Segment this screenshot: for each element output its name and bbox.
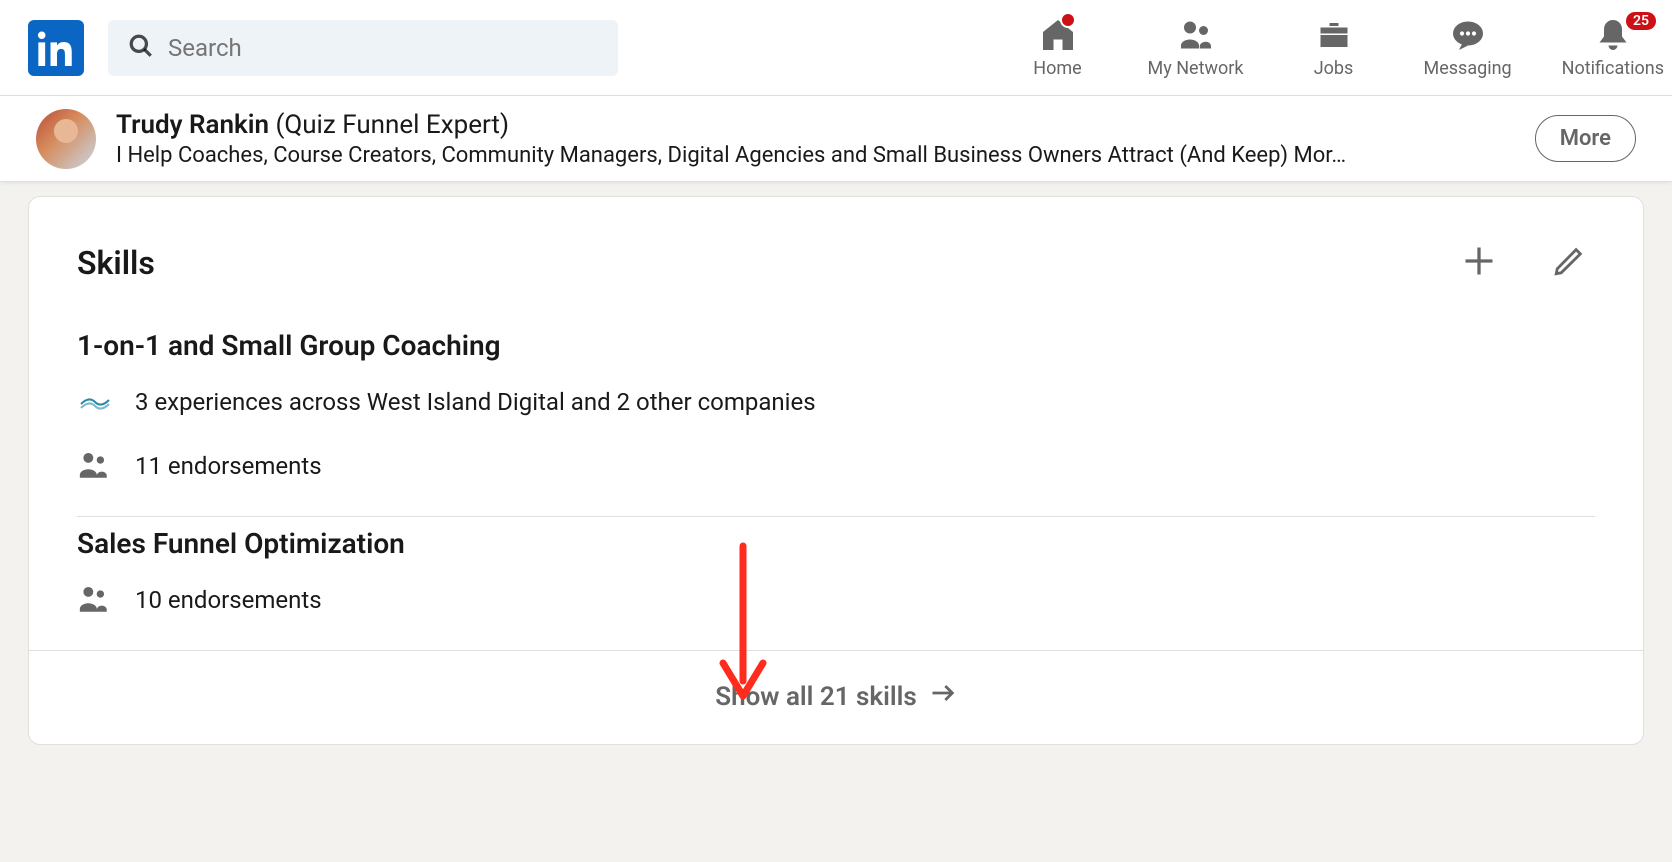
profile-text: Trudy Rankin (Quiz Funnel Expert) I Help… xyxy=(116,109,1515,168)
people-icon xyxy=(77,448,113,484)
search-box[interactable] xyxy=(108,20,618,76)
people-icon xyxy=(1177,16,1215,54)
search-icon xyxy=(128,33,154,63)
nav-notifications[interactable]: 25 Notifications xyxy=(1562,16,1664,79)
plus-icon xyxy=(1461,243,1497,283)
skill-name: Sales Funnel Optimization xyxy=(77,527,1595,560)
nav-items: Home My Network Jobs Messaging 25 Noti xyxy=(1018,16,1665,79)
skill-endorsements-row: 11 endorsements xyxy=(77,448,1595,484)
page-body: Skills 1-on-1 and Small Group Coaching 3 xyxy=(0,182,1672,759)
skills-card-header: Skills xyxy=(29,197,1643,319)
profile-name: Trudy Rankin xyxy=(116,110,269,140)
nav-label: Notifications xyxy=(1562,58,1664,79)
skill-endorsements-row: 10 endorsements xyxy=(77,582,1595,618)
skill-item[interactable]: Sales Funnel Optimization 10 endorsement… xyxy=(29,517,1643,650)
nav-label: Messaging xyxy=(1424,58,1512,79)
top-nav: Home My Network Jobs Messaging 25 Noti xyxy=(0,0,1672,96)
nav-label: Home xyxy=(1033,58,1081,79)
company-logo-icon xyxy=(77,384,113,420)
skill-endorsements-text: 11 endorsements xyxy=(135,452,322,480)
search-input[interactable] xyxy=(168,34,598,62)
nav-messaging[interactable]: Messaging xyxy=(1424,16,1512,79)
arrow-right-icon xyxy=(929,679,957,714)
profile-name-line[interactable]: Trudy Rankin (Quiz Funnel Expert) xyxy=(116,109,1515,143)
nav-label: My Network xyxy=(1148,58,1244,79)
briefcase-icon xyxy=(1315,16,1353,54)
skill-endorsements-text: 10 endorsements xyxy=(135,586,322,614)
section-title: Skills xyxy=(77,244,155,282)
linkedin-logo[interactable] xyxy=(28,20,84,76)
skill-item[interactable]: 1-on-1 and Small Group Coaching 3 experi… xyxy=(29,319,1643,516)
profile-sticky-bar: Trudy Rankin (Quiz Funnel Expert) I Help… xyxy=(0,96,1672,182)
notifications-badge: 25 xyxy=(1624,10,1658,32)
home-badge-dot xyxy=(1060,12,1076,28)
more-button[interactable]: More xyxy=(1535,115,1636,162)
add-skill-button[interactable] xyxy=(1453,237,1505,289)
pencil-icon xyxy=(1552,244,1586,282)
skill-name: 1-on-1 and Small Group Coaching xyxy=(77,329,1595,362)
chat-icon xyxy=(1449,16,1487,54)
profile-suffix: (Quiz Funnel Expert) xyxy=(275,110,509,140)
nav-home[interactable]: Home xyxy=(1018,16,1098,79)
profile-tagline: I Help Coaches, Course Creators, Communi… xyxy=(116,143,1416,168)
skill-experience-text: 3 experiences across West Island Digital… xyxy=(135,388,816,416)
skill-experience-row: 3 experiences across West Island Digital… xyxy=(77,384,1595,420)
nav-network[interactable]: My Network xyxy=(1148,16,1244,79)
edit-skills-button[interactable] xyxy=(1543,237,1595,289)
people-icon xyxy=(77,582,113,618)
show-all-skills-button[interactable]: Show all 21 skills xyxy=(29,650,1643,744)
show-all-label: Show all 21 skills xyxy=(715,682,917,712)
nav-jobs[interactable]: Jobs xyxy=(1294,16,1374,79)
nav-label: Jobs xyxy=(1314,58,1354,79)
skills-card: Skills 1-on-1 and Small Group Coaching 3 xyxy=(28,196,1644,745)
avatar[interactable] xyxy=(36,109,96,169)
